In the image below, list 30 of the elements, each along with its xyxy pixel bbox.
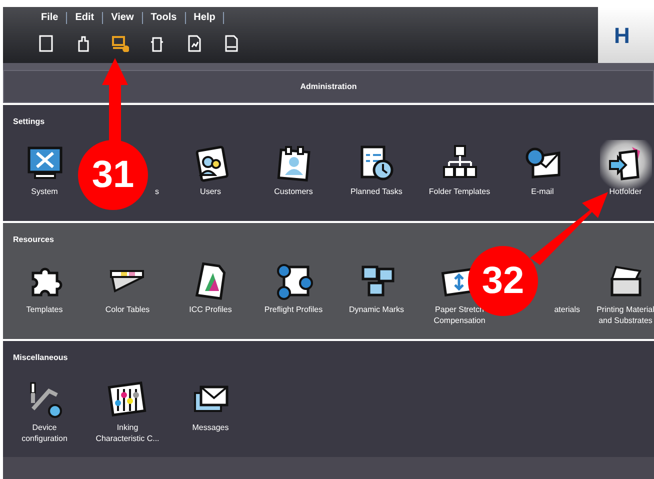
admin-item[interactable]: s	[155, 186, 159, 197]
admin-item[interactable]: Dynamic Marks	[342, 258, 410, 326]
toolbar-button[interactable]	[111, 34, 129, 52]
menu-item[interactable]: Tools	[142, 12, 186, 24]
section-title: Resources	[13, 234, 55, 246]
admin-item[interactable]: Customers	[268, 140, 320, 197]
admin-item[interactable]: Planned Tasks	[344, 140, 408, 197]
menu-item[interactable]: Edit	[67, 12, 104, 24]
admin-item[interactable]: Users	[184, 140, 236, 197]
admin-item[interactable]: System	[18, 140, 70, 197]
menu-item[interactable]: Help	[186, 12, 224, 24]
toolbar-button[interactable]	[37, 34, 55, 52]
admin-item[interactable]: Color Tables	[99, 258, 156, 326]
admin-item[interactable]: Printing Material and Substrates	[590, 258, 654, 326]
admin-item[interactable]: Hotfolder	[600, 140, 652, 197]
section-title: Settings	[13, 116, 46, 128]
admin-item[interactable]: Device configuration	[16, 376, 74, 444]
admin-item[interactable]: Inking Characteristic C...	[90, 376, 166, 444]
section-title: Miscellaneous	[13, 352, 69, 364]
panel-title: Administration	[300, 80, 357, 92]
admin-item[interactable]: Preflight Profiles	[258, 258, 329, 326]
admin-item[interactable]: aterials	[554, 304, 580, 315]
admin-item[interactable]: Templates	[18, 258, 70, 326]
menu-item[interactable]: View	[103, 12, 143, 24]
admin-item[interactable]: E-mail	[516, 140, 568, 197]
admin-item[interactable]: Messages	[184, 376, 236, 444]
menu-item[interactable]: File	[33, 12, 68, 24]
logo: H	[598, 7, 654, 63]
admin-item[interactable]: Folder Templates	[422, 140, 496, 197]
admin-item[interactable]: ICC Profiles	[183, 258, 238, 326]
